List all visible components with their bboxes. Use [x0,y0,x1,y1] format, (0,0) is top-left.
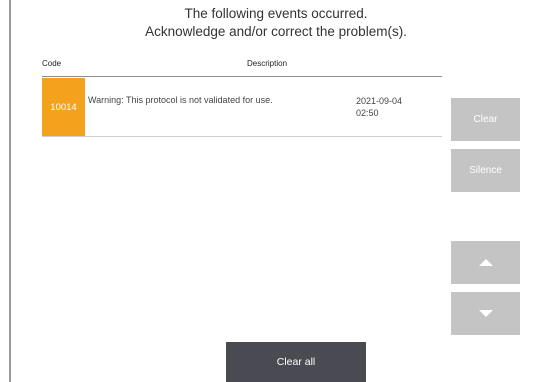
event-timestamp: 2021-09-04 02:50 [356,95,402,119]
header-line-2: Acknowledge and/or correct the problem(s… [145,24,407,39]
row-divider [42,136,442,137]
scroll-up-button[interactable] [451,241,520,284]
event-description: Warning: This protocol is not validated … [88,95,273,105]
table-row[interactable]: 10014 Warning: This protocol is not vali… [42,78,442,136]
clear-button[interactable]: Clear [451,98,520,141]
down-arrow-icon [478,310,493,317]
scroll-down-button[interactable] [451,292,520,335]
header-line-1: The following events occurred. [184,6,368,21]
column-header-code: Code [42,59,62,68]
event-time: 02:50 [356,108,379,118]
column-header-description: Description [247,59,288,68]
up-arrow-icon [478,259,493,266]
silence-button[interactable]: Silence [451,149,520,192]
table-header-divider [42,76,442,77]
events-dialog: The following events occurred. Acknowled… [0,0,552,382]
left-border [9,0,11,382]
event-date: 2021-09-04 [356,96,403,106]
dialog-header: The following events occurred. Acknowled… [0,5,552,41]
clear-all-button[interactable]: Clear all [226,342,366,382]
event-code-badge: 10014 [42,78,85,136]
